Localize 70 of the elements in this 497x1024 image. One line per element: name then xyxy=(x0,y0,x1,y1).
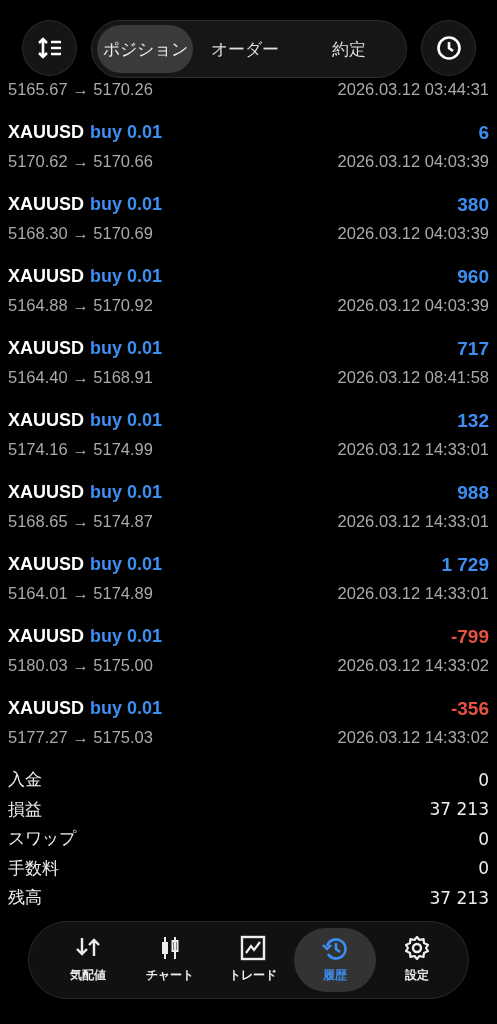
deal-time: 2026.03.12 14:33:02 xyxy=(337,656,489,675)
trade-side: buy 0.01 xyxy=(90,626,163,647)
trade-side: buy 0.01 xyxy=(90,410,163,431)
summary-value: 0 xyxy=(478,858,489,879)
trade-side: buy 0.01 xyxy=(90,122,163,143)
tab[interactable]: 約定 xyxy=(297,25,401,73)
trade-side: buy 0.01 xyxy=(90,554,163,575)
price-range: 5168.30 → 5170.69 xyxy=(8,224,153,243)
nav-tab[interactable]: 気配値 xyxy=(47,927,130,992)
price-range: 5164.01 → 5174.89 xyxy=(8,584,153,603)
summary-value: 0 xyxy=(478,828,489,849)
profit-value: 988 xyxy=(457,481,489,504)
deal-time: 2026.03.12 04:03:39 xyxy=(337,296,489,315)
summary-label: 残高 xyxy=(8,886,42,910)
symbol: XAUUSD xyxy=(8,410,84,431)
tab[interactable]: ポジション xyxy=(97,25,193,73)
summary-value: 0 xyxy=(478,769,489,790)
summary-label: 入金 xyxy=(8,768,42,792)
summary-label: 損益 xyxy=(8,797,42,821)
deal-time: 2026.03.12 14:33:02 xyxy=(337,728,489,747)
symbol: XAUUSD xyxy=(8,122,84,143)
sort-icon xyxy=(36,37,63,59)
profit-value: 6 xyxy=(478,121,489,144)
trade-side: buy 0.01 xyxy=(90,194,163,215)
profit-value: -356 xyxy=(450,697,489,720)
summary-label: スワップ xyxy=(8,827,76,851)
summary-value: 37 213 xyxy=(429,799,489,820)
trade-side: buy 0.01 xyxy=(90,266,163,287)
price-range: 5174.16 → 5174.99 xyxy=(8,440,153,459)
deal-time: 2026.03.12 03:44:31 xyxy=(337,80,489,99)
nav-tab[interactable]: チャート xyxy=(129,927,212,992)
settings-icon xyxy=(403,935,430,961)
symbol: XAUUSD xyxy=(8,194,84,215)
summary-value: 37 213 xyxy=(429,887,489,908)
symbol: XAUUSD xyxy=(8,266,84,287)
history-icon xyxy=(321,935,348,961)
price-range: 5180.03 → 5175.00 xyxy=(8,656,153,675)
deal-time: 2026.03.12 04:03:39 xyxy=(337,152,489,171)
symbol: XAUUSD xyxy=(8,626,84,647)
profit-value: 132 xyxy=(457,409,489,432)
deal-time: 2026.03.12 08:41:58 xyxy=(337,368,489,387)
price-range: 5170.62 → 5170.66 xyxy=(8,152,153,171)
price-range: 5165.67 → 5170.26 xyxy=(8,80,153,99)
symbol: XAUUSD xyxy=(8,482,84,503)
price-range: 5177.27 → 5175.03 xyxy=(8,728,153,747)
nav-tab[interactable]: トレード xyxy=(211,927,294,992)
profit-value: 1 729 xyxy=(441,553,489,576)
symbol: XAUUSD xyxy=(8,338,84,359)
line-chart-icon xyxy=(239,935,266,961)
profit-value: 717 xyxy=(457,337,489,360)
nav-tab[interactable]: 設定 xyxy=(375,927,458,992)
profit-value: 380 xyxy=(457,193,489,216)
clock-icon xyxy=(435,35,462,61)
profit-value: -799 xyxy=(450,625,489,648)
trade-side: buy 0.01 xyxy=(90,338,163,359)
symbol: XAUUSD xyxy=(8,554,84,575)
trade-side: buy 0.01 xyxy=(90,482,163,503)
deal-time: 2026.03.12 14:33:01 xyxy=(337,584,489,603)
price-range: 5168.65 → 5174.87 xyxy=(8,512,153,531)
profit-value: 960 xyxy=(457,265,489,288)
deal-time: 2026.03.12 04:03:39 xyxy=(337,224,489,243)
price-range: 5164.88 → 5170.92 xyxy=(8,296,153,315)
deal-time: 2026.03.12 14:33:01 xyxy=(337,512,489,531)
symbol: XAUUSD xyxy=(8,698,84,719)
price-range: 5164.40 → 5168.91 xyxy=(8,368,153,387)
trade-side: buy 0.01 xyxy=(90,698,163,719)
tab[interactable]: オーダー xyxy=(193,25,297,73)
deal-time: 2026.03.12 14:33:01 xyxy=(337,440,489,459)
summary-label: 手数料 xyxy=(8,856,59,880)
nav-tab[interactable]: 履歴 xyxy=(293,927,376,992)
